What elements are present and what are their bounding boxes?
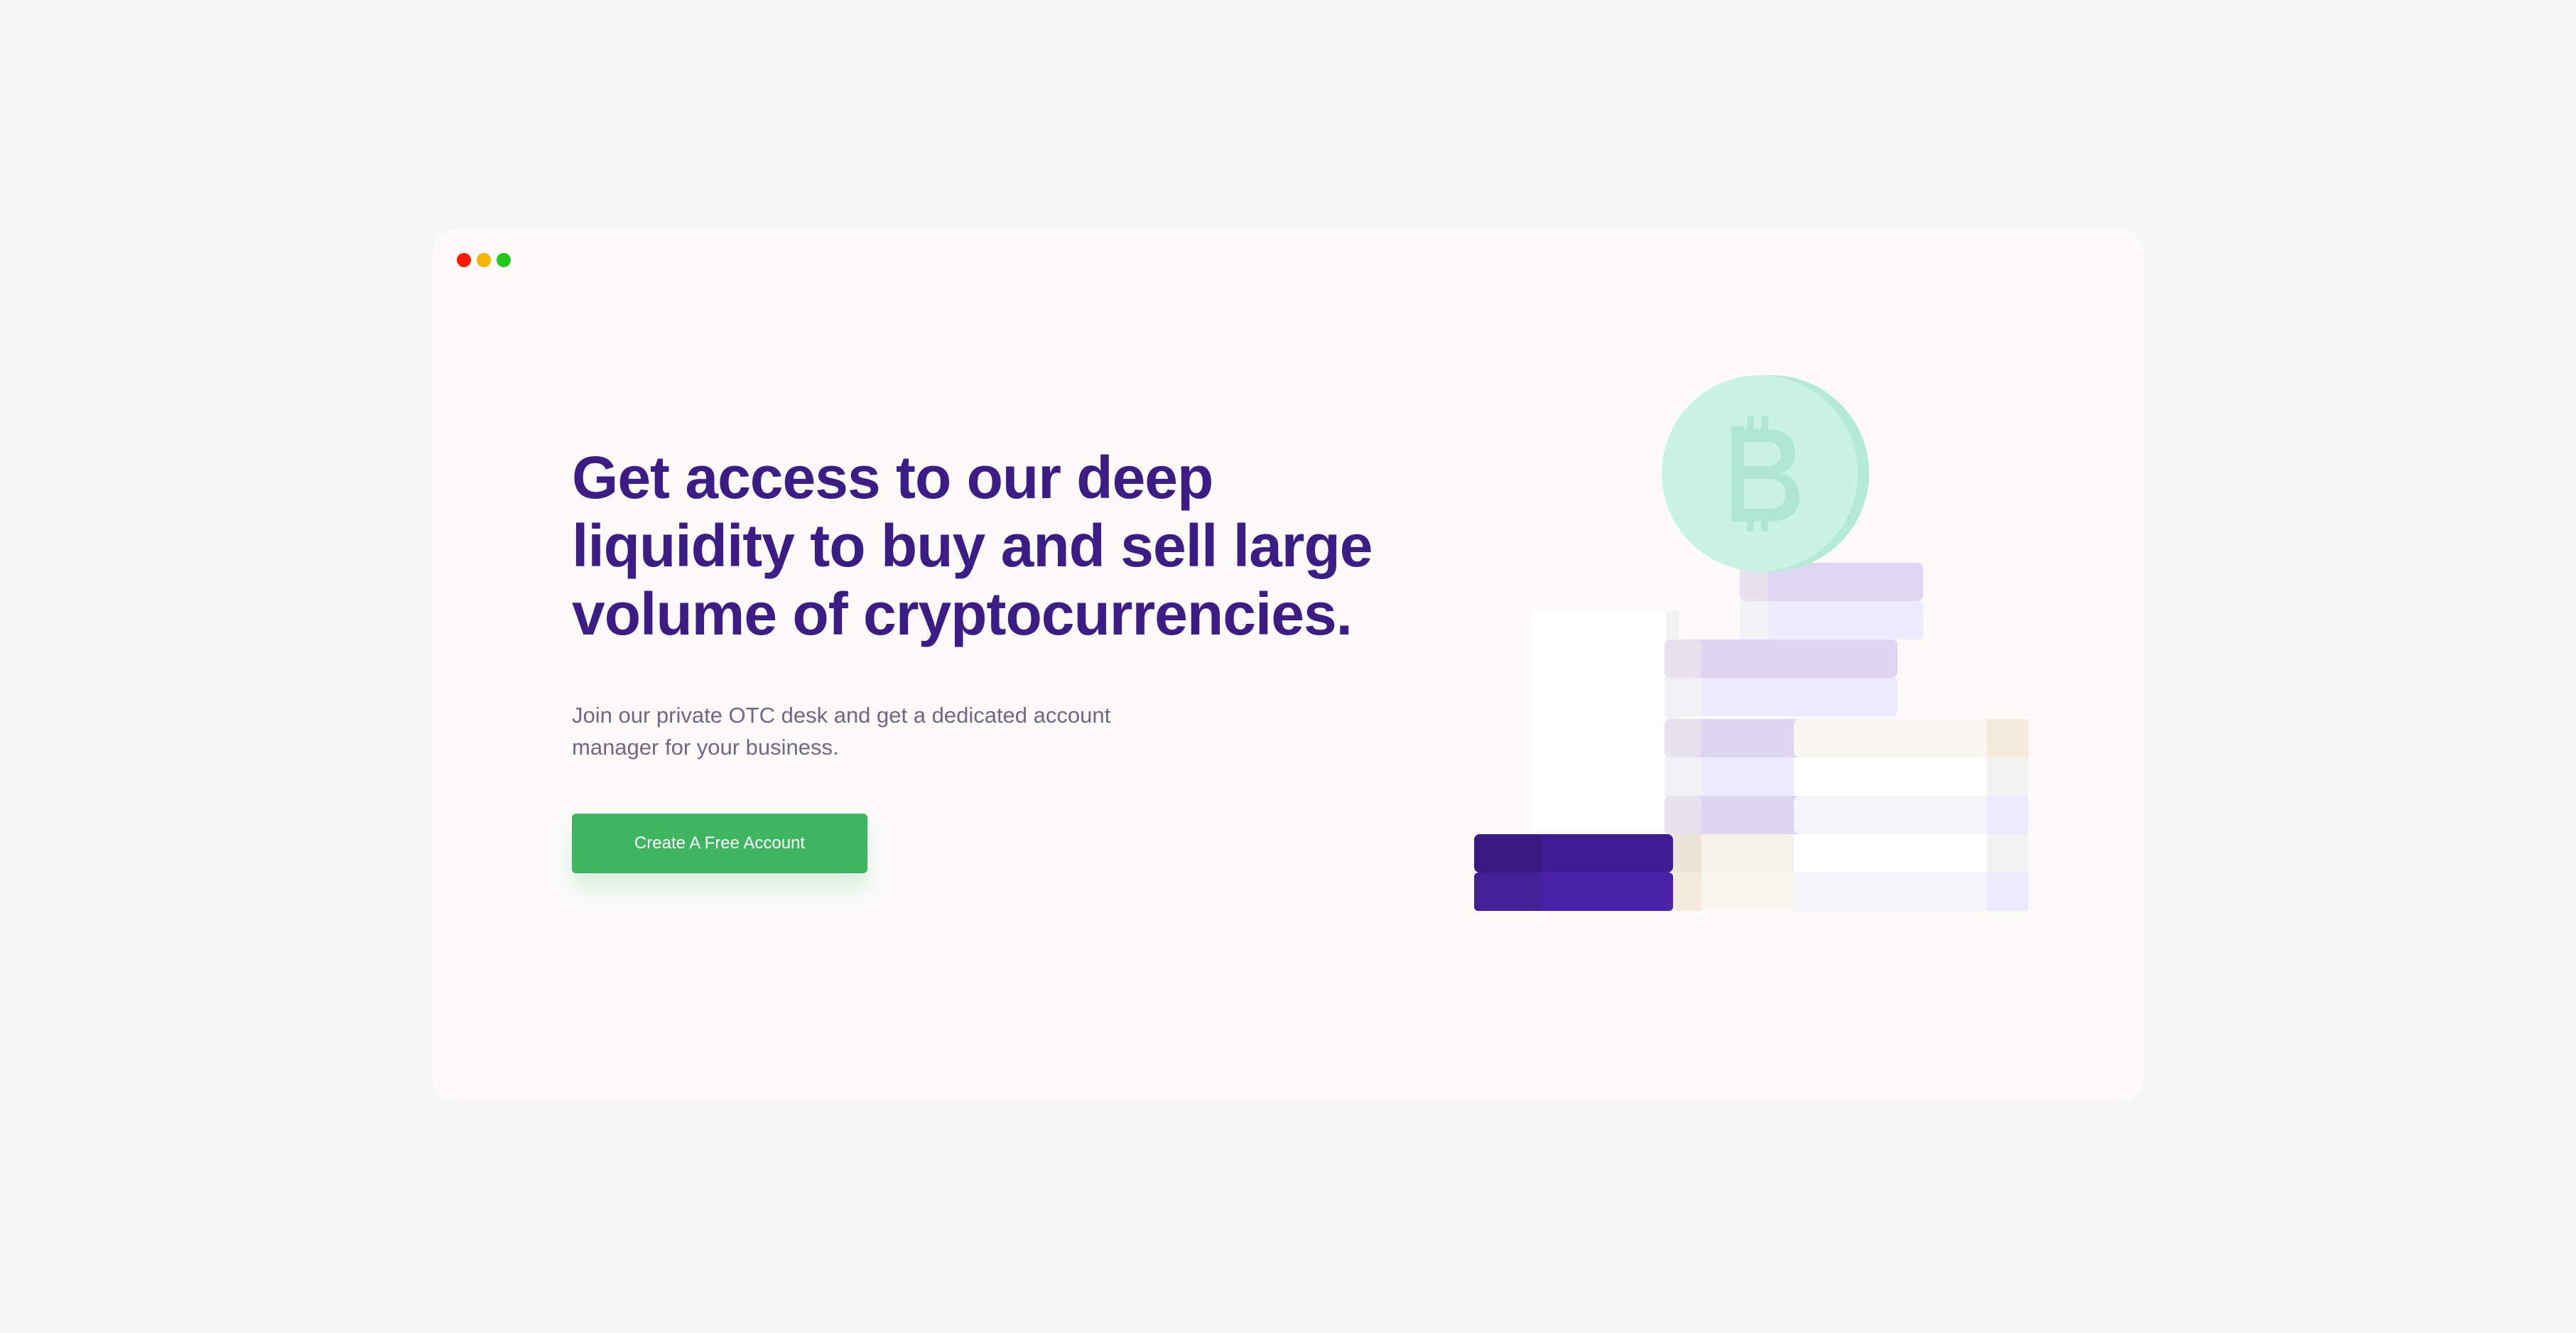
maximize-window-button[interactable] bbox=[497, 253, 511, 267]
coin-stacks-illustration bbox=[1474, 230, 2143, 1101]
stacks-graphic bbox=[1474, 375, 2028, 911]
right-stack bbox=[1794, 719, 2028, 911]
bitcoin-coin bbox=[1662, 375, 1869, 571]
window-controls bbox=[457, 253, 511, 267]
minimize-window-button[interactable] bbox=[477, 253, 491, 267]
purple-stack bbox=[1474, 834, 1673, 911]
hero-headline: Get access to our deep liquidity to buy … bbox=[572, 444, 1373, 647]
create-account-button[interactable]: Create A Free Account bbox=[572, 814, 867, 873]
top-stack bbox=[1740, 563, 1923, 639]
browser-window: Get access to our deep liquidity to buy … bbox=[433, 230, 2143, 1101]
close-window-button[interactable] bbox=[457, 253, 471, 267]
hero-subline: Join our private OTC desk and get a dedi… bbox=[572, 703, 1111, 760]
